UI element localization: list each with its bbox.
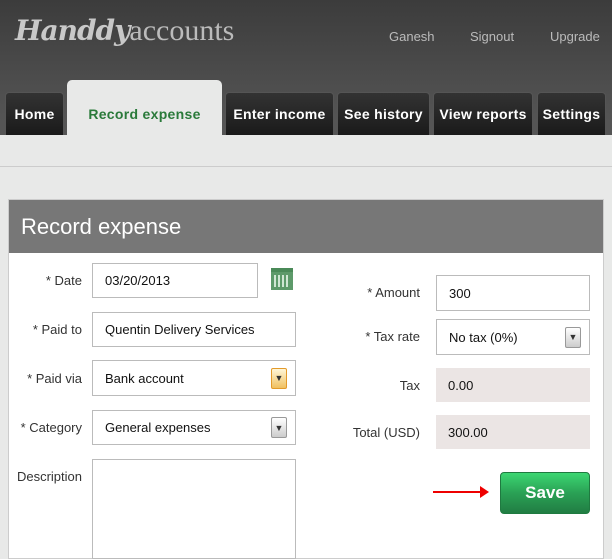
logo[interactable]: Handdyaccounts: [15, 14, 234, 48]
tab-home[interactable]: Home: [5, 92, 64, 135]
user-link[interactable]: Ganesh: [389, 29, 435, 44]
upgrade-link[interactable]: Upgrade: [550, 29, 600, 44]
paid-to-input[interactable]: Quentin Delivery Services: [92, 312, 296, 347]
chevron-down-icon[interactable]: ▼: [271, 367, 287, 389]
calendar-icon[interactable]: [271, 268, 293, 290]
divider: [0, 166, 612, 167]
category-select[interactable]: General expenses ▼: [92, 410, 296, 445]
chevron-down-icon[interactable]: ▼: [271, 417, 287, 438]
tab-settings[interactable]: Settings: [537, 92, 606, 135]
paid-to-label: * Paid to: [32, 322, 82, 337]
signout-link[interactable]: Signout: [470, 29, 514, 44]
tax-rate-select[interactable]: No tax (0%) ▼: [436, 319, 590, 355]
paid-via-label: * Paid via: [27, 371, 82, 386]
tab-enter-income[interactable]: Enter income: [225, 92, 334, 135]
description-label: Description: [16, 469, 82, 484]
tab-see-history[interactable]: See history: [337, 92, 430, 135]
date-input[interactable]: 03/20/2013: [92, 263, 258, 298]
chevron-down-icon[interactable]: ▼: [565, 326, 581, 348]
save-button[interactable]: Save: [500, 472, 590, 514]
total-value: 300.00: [436, 415, 590, 449]
tax-value: 0.00: [436, 368, 590, 402]
total-label: Total (USD): [352, 425, 420, 440]
arrow-right-icon: [433, 486, 489, 498]
tab-view-reports[interactable]: View reports: [433, 92, 533, 135]
date-label: * Date: [45, 273, 82, 288]
panel-title: Record expense: [9, 200, 603, 253]
amount-input[interactable]: 300: [436, 275, 590, 311]
category-label: * Category: [20, 420, 82, 435]
tax-label: Tax: [399, 378, 420, 393]
amount-label: * Amount: [367, 285, 420, 300]
description-textarea[interactable]: [92, 459, 296, 559]
tab-record-expense[interactable]: Record expense: [67, 80, 222, 135]
paid-via-select[interactable]: Bank account ▼: [92, 360, 296, 396]
tax-rate-label: * Tax rate: [365, 329, 420, 344]
